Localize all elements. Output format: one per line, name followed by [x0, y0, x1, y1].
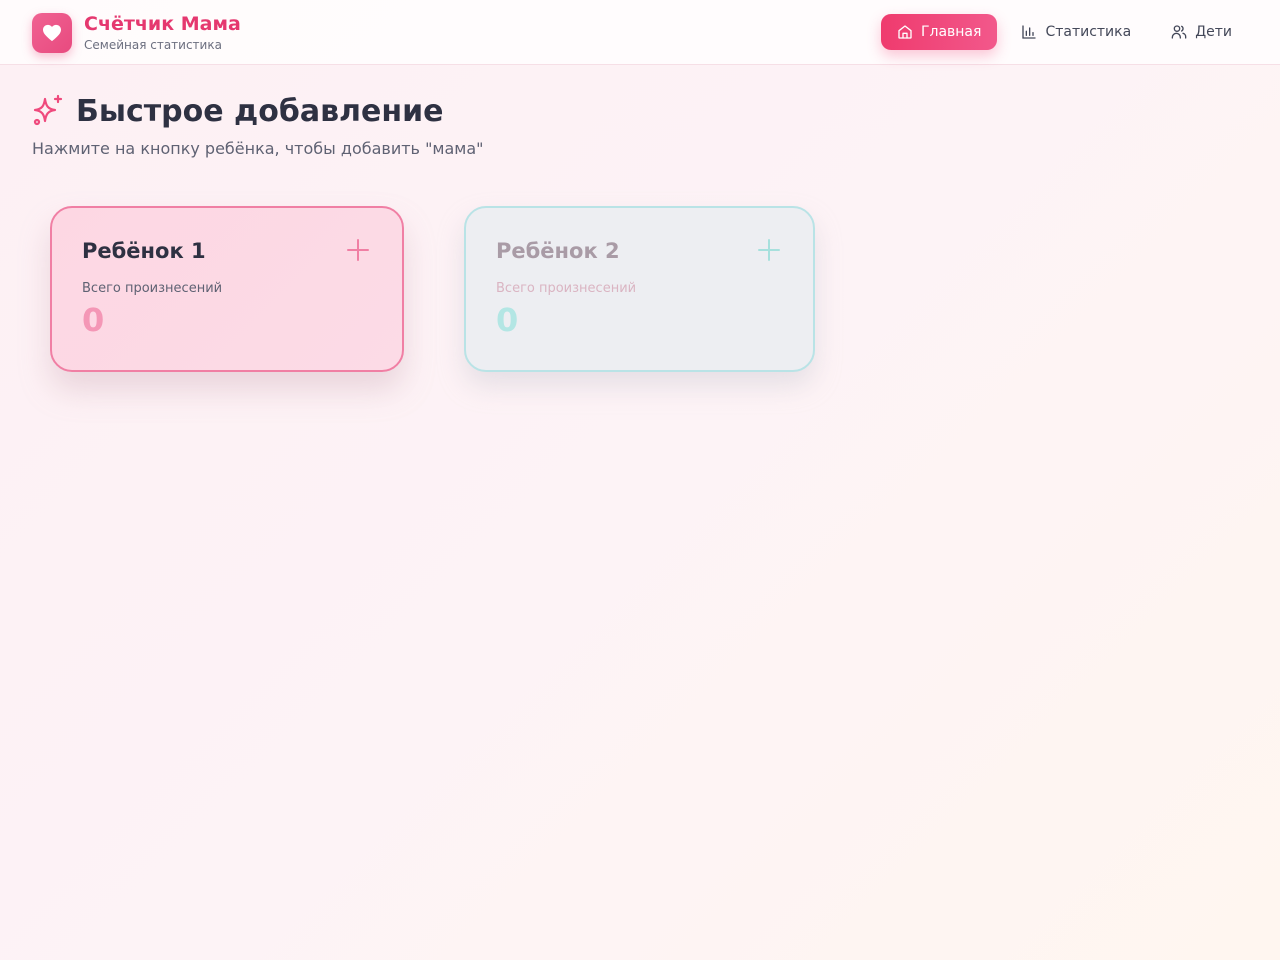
nav-item-label: Дети: [1195, 24, 1232, 40]
child-name: Ребёнок 1: [82, 239, 206, 263]
brand[interactable]: Счётчик Мама Семейная статистика: [32, 12, 241, 53]
app-title: Счётчик Мама: [84, 13, 241, 35]
nav-item-home[interactable]: Главная: [880, 14, 998, 50]
child-name: Ребёнок 2: [496, 239, 620, 263]
main-nav: Главная Статистика Дети: [873, 14, 1248, 50]
sparkles-icon: [32, 94, 64, 130]
app-header: Счётчик Мама Семейная статистика Главная: [0, 0, 1280, 65]
count-value: 0: [82, 301, 105, 339]
heart-icon: [32, 12, 72, 53]
app-subtitle: Семейная статистика: [84, 38, 222, 52]
plus-icon: [346, 238, 370, 266]
users-icon: [1171, 24, 1187, 40]
nav-item-statistics[interactable]: Статистика: [1005, 14, 1147, 50]
bar-chart-icon: [1021, 24, 1037, 40]
nav-item-label: Статистика: [1045, 24, 1132, 40]
count-label: Всего произнесений: [496, 281, 637, 296]
count-value: 0: [496, 301, 519, 339]
plus-icon: [757, 238, 781, 266]
nav-item-label: Главная: [920, 24, 982, 40]
page-subtitle: Нажмите на кнопку ребёнка, чтобы добавит…: [32, 139, 484, 158]
nav-item-children[interactable]: Дети: [1155, 14, 1248, 50]
page-heading: Быстрое добавление: [76, 94, 444, 129]
main-content: Быстрое добавление Нажмите на кнопку реб…: [32, 92, 484, 158]
child-card-2[interactable]: Ребёнок 2 Всего произнесений 0: [464, 206, 815, 372]
page-title: Быстрое добавление: [32, 92, 484, 132]
child-card-1[interactable]: Ребёнок 1 Всего произнесений 0: [50, 206, 404, 372]
count-label: Всего произнесений: [82, 281, 223, 296]
home-icon: [897, 24, 913, 40]
